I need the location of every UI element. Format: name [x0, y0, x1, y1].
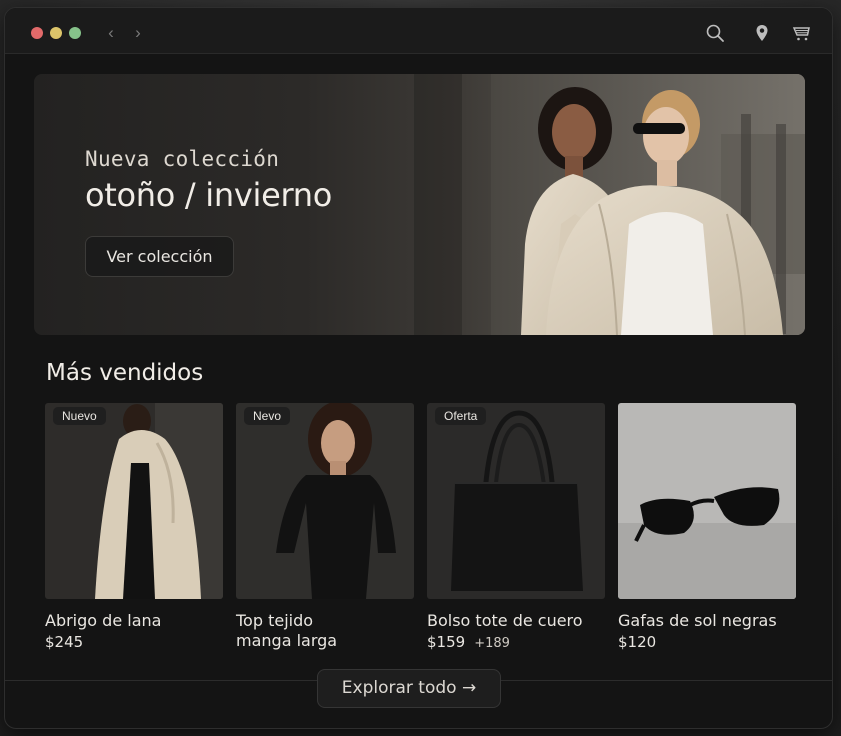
hero-title: otoño / invierno — [85, 176, 333, 214]
location-pin-icon[interactable] — [751, 22, 773, 44]
product-name[interactable]: Abrigo de lana — [45, 611, 223, 631]
product-name[interactable]: Bolso tote de cuero — [427, 611, 605, 631]
product-card[interactable]: Nuevo Abrigo de lana $245 — [45, 403, 223, 651]
product-price: $159 +189 — [427, 633, 510, 651]
product-badge: Nevo — [244, 407, 291, 425]
view-collection-button[interactable]: Ver colección — [85, 236, 234, 277]
product-image-black-sunglasses[interactable] — [618, 403, 796, 599]
close-window-button[interactable] — [31, 27, 43, 39]
search-icon[interactable] — [704, 22, 726, 44]
back-button[interactable]: ‹ — [101, 22, 121, 44]
maximize-window-button[interactable] — [69, 27, 81, 39]
forward-button[interactable]: › — [128, 22, 148, 44]
product-card[interactable]: Gafas de sol negras $120 — [618, 403, 796, 651]
product-card[interactable]: Oferta Bolso tote de cuero $159 +189 — [427, 403, 605, 651]
title-bar: ‹ › — [5, 8, 832, 54]
browser-window: ‹ › Nueva colección otoño / invierno Ver… — [4, 7, 833, 729]
product-price: $120 — [618, 633, 657, 651]
product-badge: Nuevo — [53, 407, 106, 425]
section-title-bestsellers: Más vendidos — [46, 360, 204, 386]
product-price-alt: +189 — [474, 636, 510, 651]
product-card[interactable]: Nevo Top tejido manga larga — [236, 403, 414, 651]
hero-kicker: Nueva colección — [85, 147, 280, 171]
product-name[interactable]: Gafas de sol negras — [618, 611, 796, 631]
product-name[interactable]: Top tejido manga larga — [236, 611, 356, 651]
product-image-wool-coat[interactable]: Nuevo — [45, 403, 223, 599]
product-price: $245 — [45, 633, 84, 651]
product-image-knit-top[interactable]: Nevo — [236, 403, 414, 599]
product-badge: Oferta — [435, 407, 487, 425]
explore-all-button[interactable]: Explorar todo → — [317, 669, 501, 708]
cart-icon[interactable] — [791, 22, 813, 44]
product-image-leather-tote[interactable]: Oferta — [427, 403, 605, 599]
hero-banner: Nueva colección otoño / invierno Ver col… — [34, 74, 805, 335]
hero-models-photo — [491, 74, 805, 335]
minimize-window-button[interactable] — [50, 27, 62, 39]
